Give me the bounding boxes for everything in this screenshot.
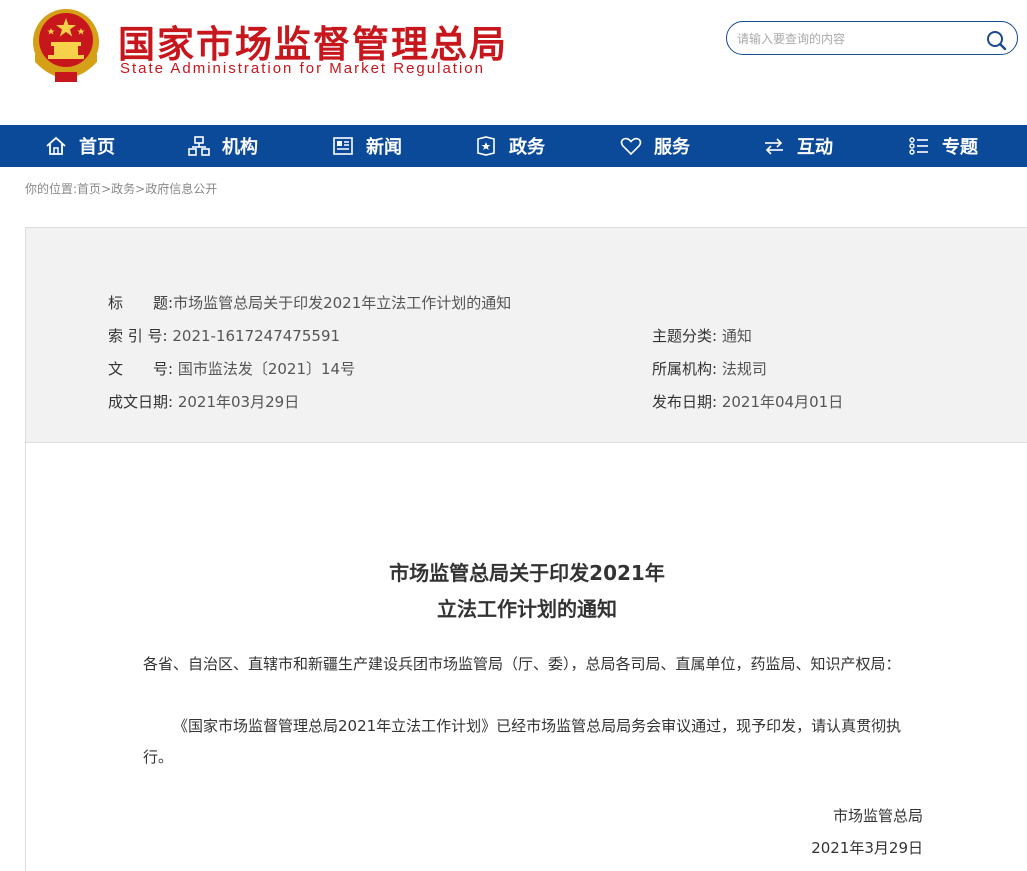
meta-index-row: 索 引 号: 2021-1617247475591 — [108, 325, 340, 346]
nav-item-org[interactable]: 机构 — [188, 125, 258, 167]
nav-label: 互动 — [797, 137, 833, 158]
meta-doc-row: 文 号: 国市监法发〔2021〕14号 — [108, 358, 355, 379]
meta-doc-label: 文 号: — [108, 360, 174, 378]
breadcrumb-separator: > — [101, 182, 112, 196]
nav-label: 政务 — [509, 137, 545, 158]
meta-publish-row: 发布日期: 2021年04月01日 — [652, 391, 843, 412]
meta-topic-label: 主题分类: — [652, 327, 718, 345]
meta-title-row: 标 题:市场监管总局关于印发2021年立法工作计划的通知 — [108, 292, 511, 313]
article-paragraph-main: 《国家市场监督管理总局2021年立法工作计划》已经市场监管总局局务会审议通过，现… — [143, 717, 902, 766]
meta-date-label: 成文日期: — [108, 393, 174, 411]
meta-org-label: 所属机构: — [652, 360, 718, 378]
site-header: 国家市场监督管理总局 State Administration for Mark… — [0, 0, 1027, 125]
breadcrumb: 你的位置:首页>政务>政府信息公开 — [25, 180, 217, 197]
breadcrumb-home[interactable]: 首页 — [77, 182, 101, 196]
meta-org-value: 法规司 — [721, 360, 767, 378]
national-emblem-icon[interactable] — [29, 6, 103, 84]
breadcrumb-level2[interactable]: 政府信息公开 — [145, 182, 217, 196]
nav-item-topics[interactable]: 专题 — [908, 125, 978, 167]
search-icon[interactable] — [985, 29, 1007, 51]
meta-index-label: 索 引 号: — [108, 327, 168, 345]
search-box — [726, 21, 1018, 55]
article-sign-date: 2021年3月29日 — [811, 839, 923, 857]
org-icon — [188, 136, 210, 156]
nav-label: 首页 — [79, 137, 115, 158]
meta-publish-label: 发布日期: — [652, 393, 718, 411]
nav-item-service[interactable]: 服务 — [620, 125, 690, 167]
meta-topic-value: 通知 — [721, 327, 752, 345]
meta-date-row: 成文日期: 2021年03月29日 — [108, 391, 299, 412]
exchange-icon — [765, 138, 783, 155]
article-title-line2: 立法工作计划的通知 — [437, 597, 617, 621]
meta-org-row: 所属机构: 法规司 — [652, 358, 767, 379]
article-signature: 市场监管总局 — [832, 807, 923, 825]
breadcrumb-prefix: 你的位置: — [25, 182, 78, 196]
heart-icon — [620, 137, 642, 156]
meta-doc-value: 国市监法发〔2021〕14号 — [177, 360, 356, 378]
nav-label: 专题 — [942, 137, 978, 158]
document-meta-box: 标 题:市场监管总局关于印发2021年立法工作计划的通知 索 引 号: 2021… — [25, 227, 1027, 443]
meta-date-value: 2021年03月29日 — [177, 393, 300, 411]
meta-title-value: 市场监管总局关于印发2021年立法工作计划的通知 — [173, 294, 512, 312]
nav-label: 新闻 — [366, 137, 402, 158]
breadcrumb-level1[interactable]: 政务 — [111, 182, 135, 196]
government-icon — [477, 136, 495, 156]
nav-item-home[interactable]: 首页 — [45, 125, 115, 167]
main-nav: 首页 机构 新闻 政务 服务 互动 专题 — [0, 125, 1027, 167]
site-title-en[interactable]: State Administration for Market Regulati… — [120, 60, 485, 77]
article-body: 市场监管总局关于印发2021年 立法工作计划的通知 各省、自治区、直辖市和新疆生… — [25, 443, 1027, 871]
article-title-line1: 市场监管总局关于印发2021年 — [389, 561, 665, 585]
meta-index-value: 2021-1617247475591 — [172, 327, 341, 345]
nav-label: 机构 — [222, 137, 258, 158]
meta-title-label: 标 题: — [108, 294, 174, 312]
meta-topic-row: 主题分类: 通知 — [652, 325, 752, 346]
home-icon — [46, 136, 66, 155]
nav-item-interact[interactable]: 互动 — [763, 125, 833, 167]
meta-publish-value: 2021年04月01日 — [721, 393, 844, 411]
list-icon — [909, 137, 928, 155]
nav-item-news[interactable]: 新闻 — [332, 125, 402, 167]
news-icon — [333, 137, 353, 155]
nav-item-government[interactable]: 政务 — [475, 125, 545, 167]
search-input[interactable] — [737, 29, 977, 49]
article-paragraph-recipients: 各省、自治区、直辖市和新疆生产建设兵团市场监管局（厅、委），总局各司局、直属单位… — [143, 655, 901, 673]
breadcrumb-separator: > — [135, 182, 146, 196]
nav-label: 服务 — [654, 137, 690, 158]
